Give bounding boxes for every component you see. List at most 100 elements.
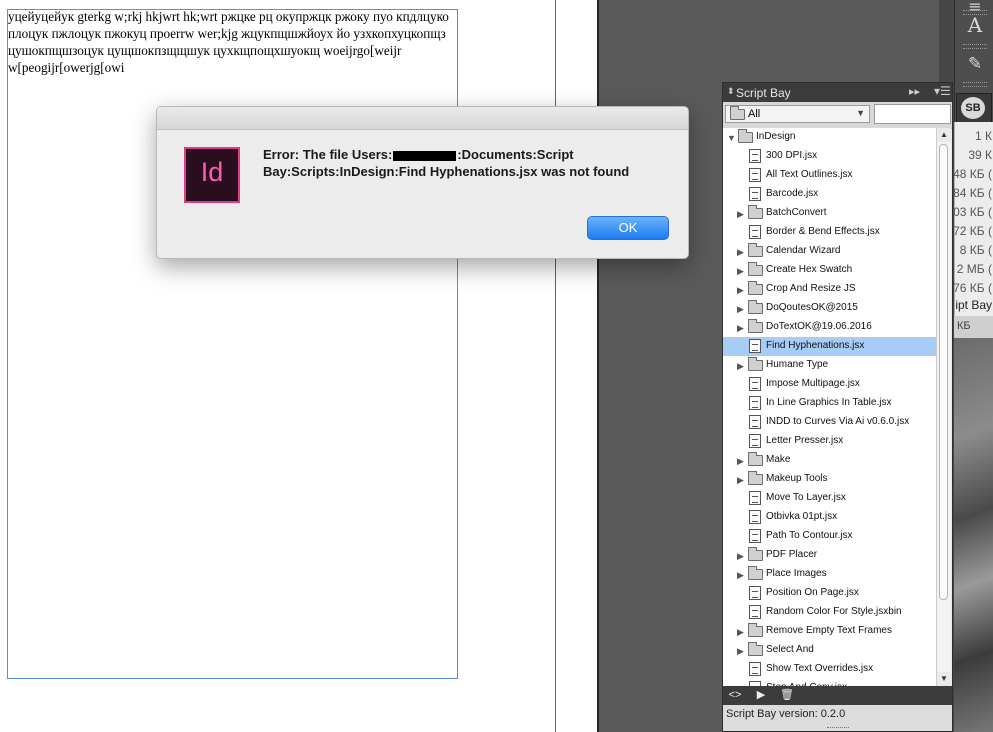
script-file-icon — [749, 510, 761, 524]
tree-item-label: Show Text Overrides.jsx — [766, 663, 874, 674]
scroll-thumb[interactable] — [939, 144, 948, 600]
scroll-up-icon[interactable]: ▲ — [937, 128, 951, 142]
script-folder-row[interactable]: ▶ DoTextOK@19.06.2016 — [723, 318, 936, 337]
tree-item-label: In Line Graphics In Table.jsx — [766, 397, 892, 408]
panel-header[interactable]: ⬍ Script Bay ▸▸ ▾☰ — [723, 83, 952, 102]
script-file-icon — [749, 491, 761, 505]
fast-forward-icon[interactable]: ▸▸ — [909, 85, 920, 98]
expand-right-icon[interactable]: ▶ — [737, 646, 744, 657]
type-icon[interactable]: A — [961, 12, 989, 38]
redaction-bar — [393, 150, 457, 161]
indesign-app-icon: Id — [184, 147, 240, 203]
expand-right-icon[interactable]: ▶ — [737, 209, 744, 220]
expand-down-icon[interactable]: ▼ — [727, 133, 736, 143]
tree-item-label: Position On Page.jsx — [766, 587, 859, 598]
script-folder-row[interactable]: ▼ InDesign — [723, 128, 936, 147]
script-file-row[interactable]: In Line Graphics In Table.jsx — [723, 394, 936, 413]
script-folder-row[interactable]: ▶ Makeup Tools — [723, 470, 936, 489]
tree-scrollbar[interactable]: ▲ ▼ — [936, 128, 951, 686]
script-file-row[interactable]: INDD to Curves Via Ai v0.6.0.jsx — [723, 413, 936, 432]
tree-item-label: All Text Outlines.jsx — [766, 169, 853, 180]
grip-icon — [963, 44, 987, 49]
code-view-icon[interactable]: <> — [727, 688, 743, 702]
script-folder-row[interactable]: ▶ BatchConvert — [723, 204, 936, 223]
script-file-row[interactable]: Stop And Copy.jsx — [723, 679, 936, 686]
expand-right-icon[interactable]: ▶ — [737, 627, 744, 638]
tree-item-label: Select And — [766, 644, 814, 655]
script-folder-row[interactable]: ▶ Make — [723, 451, 936, 470]
ok-button[interactable]: OK — [587, 216, 669, 240]
script-file-row[interactable]: Otbivka 01pt.jsx — [723, 508, 936, 527]
tree-item-label: Letter Presser.jsx — [766, 435, 844, 446]
resize-grip-icon[interactable] — [827, 727, 849, 731]
file-column-footer: КБ — [954, 316, 993, 338]
expand-right-icon[interactable]: ▶ — [737, 266, 744, 277]
collapse-arrows-icon[interactable]: ⬍ — [727, 86, 735, 97]
expand-right-icon[interactable]: ▶ — [737, 456, 744, 467]
filter-dropdown[interactable]: All ▼ — [725, 105, 870, 123]
script-file-row[interactable]: Random Color For Style.jsxbin — [723, 603, 936, 622]
grip-icon — [963, 82, 987, 87]
folder-icon — [748, 281, 763, 295]
script-file-row[interactable]: Impose Multipage.jsx — [723, 375, 936, 394]
search-input[interactable] — [874, 104, 951, 124]
script-file-row[interactable]: Move To Layer.jsx — [723, 489, 936, 508]
script-file-row[interactable]: Find Hyphenations.jsx — [723, 337, 936, 356]
error-message: Error: The file Users::Documents:Script … — [263, 146, 673, 180]
expand-right-icon[interactable]: ▶ — [737, 570, 744, 581]
script-folder-row[interactable]: ▶ DoQoutesOK@2015 — [723, 299, 936, 318]
expand-right-icon[interactable]: ▶ — [737, 323, 744, 334]
scroll-down-icon[interactable]: ▼ — [937, 672, 951, 686]
tree-item-label: Random Color For Style.jsxbin — [766, 606, 902, 617]
script-file-row[interactable]: Letter Presser.jsx — [723, 432, 936, 451]
panel-menu-icon[interactable]: ▾☰ — [934, 84, 951, 98]
tree-item-label: Border & Bend Effects.jsx — [766, 226, 880, 237]
file-size-column: 1 К 39 К 48 КБ ( 84 КБ ( 03 КБ ( 72 КБ (… — [953, 122, 993, 340]
script-file-row[interactable]: Barcode.jsx — [723, 185, 936, 204]
script-bay-icon: SB — [961, 97, 985, 119]
tree-item-label: Find Hyphenations.jsx — [766, 340, 865, 351]
tree-item-label: Place Images — [766, 568, 827, 579]
expand-right-icon[interactable]: ▶ — [737, 551, 744, 562]
tree-item-label: Humane Type — [766, 359, 829, 370]
expand-right-icon[interactable]: ▶ — [737, 285, 744, 296]
tree-item-label: Barcode.jsx — [766, 188, 819, 199]
folder-icon — [748, 205, 763, 219]
expand-right-icon[interactable]: ▶ — [737, 361, 744, 372]
file-size: 8 КБ ( — [959, 243, 992, 257]
error-dialog: Id Error: The file Users::Documents:Scri… — [156, 106, 689, 259]
file-name-fragment: ipt Bay — [955, 298, 992, 312]
trash-icon[interactable]: 🗑 — [779, 688, 795, 702]
version-text: Script Bay version: 0.2.0 — [726, 708, 846, 720]
script-file-row[interactable]: Show Text Overrides.jsx — [723, 660, 936, 679]
status-bar: Script Bay version: 0.2.0 — [723, 705, 952, 731]
script-file-row[interactable]: Border & Bend Effects.jsx — [723, 223, 936, 242]
script-folder-row[interactable]: ▶ Select And — [723, 641, 936, 660]
panel-toolbar: All ▼ — [723, 102, 952, 129]
script-folder-row[interactable]: ▶ PDF Placer — [723, 546, 936, 565]
edit-icon[interactable]: ✎ — [961, 51, 989, 77]
script-folder-row[interactable]: ▶ Calendar Wizard — [723, 242, 936, 261]
script-file-row[interactable]: Position On Page.jsx — [723, 584, 936, 603]
expand-right-icon[interactable]: ▶ — [737, 247, 744, 258]
script-file-icon — [749, 662, 761, 676]
script-file-row[interactable]: All Text Outlines.jsx — [723, 166, 936, 185]
script-folder-row[interactable]: ▶ Crop And Resize JS — [723, 280, 936, 299]
expand-right-icon[interactable]: ▶ — [737, 304, 744, 315]
script-bay-button[interactable]: SB — [956, 93, 992, 123]
script-folder-row[interactable]: ▶ Humane Type — [723, 356, 936, 375]
kb-label: КБ — [957, 320, 971, 332]
script-file-row[interactable]: Path To Contour.jsx — [723, 527, 936, 546]
dialog-titlebar[interactable] — [157, 107, 688, 130]
folder-icon — [748, 642, 763, 656]
run-script-icon[interactable]: ▶ — [753, 688, 769, 702]
tree-item-label: Remove Empty Text Frames — [766, 625, 892, 636]
script-folder-row[interactable]: ▶ Place Images — [723, 565, 936, 584]
document-text[interactable]: уцейуцейук gterkg w;rkj hkjwrt hk;wrt рж… — [8, 8, 456, 76]
script-folder-row[interactable]: ▶ Create Hex Swatch — [723, 261, 936, 280]
tree-item-label: INDD to Curves Via Ai v0.6.0.jsx — [766, 416, 910, 427]
script-file-row[interactable]: 300 DPI.jsx — [723, 147, 936, 166]
script-folder-row[interactable]: ▶ Remove Empty Text Frames — [723, 622, 936, 641]
chevron-down-icon: ▼ — [856, 108, 865, 118]
expand-right-icon[interactable]: ▶ — [737, 475, 744, 486]
